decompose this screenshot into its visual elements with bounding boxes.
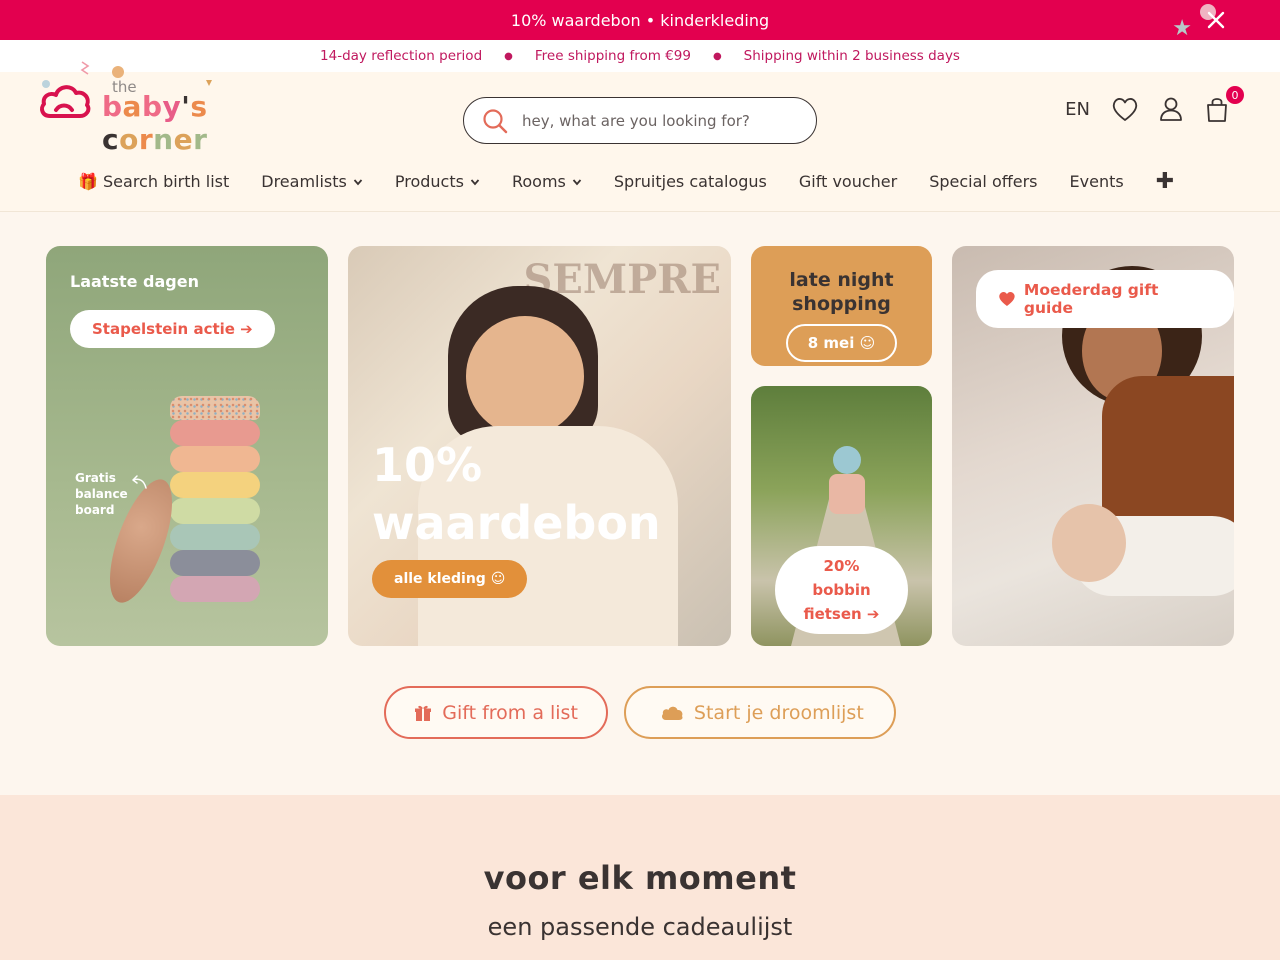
- close-icon[interactable]: [1204, 8, 1228, 32]
- search-input[interactable]: [522, 111, 792, 130]
- bubble-line: bobbin: [812, 581, 871, 599]
- heart-icon: [999, 291, 1015, 306]
- nav-spruitjes-catalogus[interactable]: Spruitjes catalogus: [614, 172, 767, 191]
- logo-letter: a: [122, 90, 142, 123]
- gift-from-list-label: Gift from a list: [442, 701, 578, 724]
- logo-letter: y: [162, 90, 182, 123]
- nav-gift-voucher[interactable]: Gift voucher: [799, 172, 897, 191]
- stapelstein-action-button[interactable]: Stapelstein actie ➔: [70, 310, 275, 348]
- title-line: late night: [789, 269, 894, 291]
- all-clothing-button[interactable]: alle kleding ☺: [372, 560, 528, 598]
- baby-photo-head: [1052, 504, 1126, 582]
- promo-card-late-night[interactable]: late night shopping 8 mei ☺: [751, 246, 932, 366]
- hero-grid: Laatste dagen Stapelstein actie ➔ Gratis…: [46, 246, 1234, 646]
- section-subtitle: een passende cadeaulijst: [487, 913, 793, 941]
- late-night-title: late night shopping: [751, 268, 932, 316]
- separator-dot: ●: [504, 50, 513, 62]
- gift-guide-label: Moederdag gift guide: [1023, 281, 1159, 317]
- waardebon-title: 10% waardebon: [372, 436, 661, 552]
- promo-text[interactable]: 10% waardebon • kinderkleding: [511, 11, 769, 30]
- start-dreamlist-button[interactable]: Start je droomlijst: [623, 686, 896, 739]
- stacking-stones-image: [170, 396, 264, 602]
- bubble-line: 20%: [823, 557, 860, 575]
- nav-label: Rooms: [511, 172, 566, 191]
- usp-shipping-time: Shipping within 2 business days: [743, 48, 960, 64]
- nav-rooms[interactable]: Rooms: [512, 172, 582, 191]
- logo-letter: n: [153, 123, 174, 156]
- logo-letter: b: [102, 90, 123, 123]
- main-nav: 🎁 Search birth list Dreamlists Products …: [78, 169, 1174, 194]
- section-title: voor elk moment: [483, 859, 797, 897]
- logo-letter: b: [141, 90, 163, 123]
- note-line: balance: [75, 487, 128, 501]
- nav-label: Spruitjes catalogus: [613, 172, 767, 191]
- decoration-star-icon: ★: [1172, 16, 1192, 41]
- account-icon[interactable]: [1156, 94, 1186, 124]
- usp-reflection: 14-day reflection period: [320, 48, 483, 64]
- child-bike-image: [829, 474, 865, 514]
- cloud-logo-icon: [40, 85, 91, 118]
- nav-products[interactable]: Products: [395, 172, 480, 191]
- nav-label: Gift voucher: [798, 172, 898, 191]
- separator-dot: ●: [712, 50, 722, 62]
- nav-dreamlists[interactable]: Dreamlists: [261, 172, 363, 191]
- cart-count-badge: 0: [1226, 86, 1244, 104]
- site-header: the baby's corner EN 0 🎁 Search birth li…: [0, 61, 1280, 212]
- chevron-down-icon: [572, 178, 582, 185]
- search-icon[interactable]: [482, 108, 508, 134]
- chevron-down-icon: [470, 178, 480, 185]
- title-line: waardebon: [372, 496, 661, 550]
- logo-letter: o: [119, 123, 139, 156]
- start-dreamlist-label: Start je droomlijst: [693, 701, 864, 724]
- card-kicker: Laatste dagen: [70, 272, 199, 291]
- bobbin-discount-button[interactable]: 20% bobbin fietsen ➔: [775, 546, 908, 634]
- nav-label: Dreamlists: [261, 172, 347, 191]
- logo-letter: s: [190, 90, 208, 123]
- search-bar[interactable]: [463, 97, 817, 144]
- logo-letter: r: [193, 123, 208, 156]
- logo-letter: e: [173, 123, 194, 156]
- title-line: 10%: [372, 438, 483, 492]
- logo-letter: c: [102, 123, 120, 156]
- logo-letter: r: [138, 123, 154, 156]
- bubble-line: fietsen ➔: [803, 605, 880, 623]
- cloud-icon: [661, 706, 683, 720]
- child-photo-face: [466, 316, 584, 436]
- language-selector[interactable]: EN: [1065, 99, 1090, 120]
- promo-card-bobbin[interactable]: 20% bobbin fietsen ➔: [751, 386, 932, 646]
- moment-section: voor elk moment een passende cadeaulijst: [0, 795, 1280, 960]
- curved-arrow-icon: [132, 475, 147, 489]
- note-line: Gratis: [75, 471, 116, 485]
- child-helmet-image: [833, 446, 861, 474]
- nav-more-plus-icon[interactable]: ✚: [1156, 169, 1174, 194]
- gift-icon: [415, 705, 432, 721]
- nav-label: 🎁 Search birth list: [78, 172, 230, 191]
- title-line: shopping: [792, 293, 891, 315]
- promo-card-mothers-day[interactable]: Moederdag gift guide: [952, 246, 1234, 646]
- logo-wordmark: baby's corner: [102, 90, 298, 156]
- note-line: board: [75, 503, 115, 517]
- logo[interactable]: the baby's corner: [38, 58, 298, 156]
- mothers-day-gift-guide-button[interactable]: Moederdag gift guide: [976, 270, 1234, 328]
- promo-card-stapelstein[interactable]: Laatste dagen Stapelstein actie ➔ Gratis…: [46, 246, 328, 646]
- nav-label: Products: [394, 172, 464, 191]
- balance-board-note: Gratis balance board: [75, 470, 128, 518]
- late-night-date-button[interactable]: 8 mei ☺: [785, 324, 898, 362]
- nav-search-birth-list[interactable]: 🎁 Search birth list: [78, 172, 229, 191]
- logo-letter: ': [181, 90, 191, 123]
- nav-events[interactable]: Events: [1070, 172, 1124, 191]
- promo-bar: 10% waardebon • kinderkleding ★: [0, 0, 1280, 40]
- cta-row: Gift from a list Start je droomlijst: [0, 686, 1280, 739]
- promo-card-waardebon[interactable]: SEMPRE 10% waardebon alle kleding ☺: [348, 246, 731, 646]
- nav-special-offers[interactable]: Special offers: [929, 172, 1037, 191]
- nav-label: Special offers: [929, 172, 1038, 191]
- header-utilities: EN 0: [1065, 86, 1244, 124]
- nav-label: Events: [1069, 172, 1124, 191]
- cart-button[interactable]: 0: [1202, 86, 1244, 124]
- gift-from-list-button[interactable]: Gift from a list: [384, 686, 608, 739]
- chevron-down-icon: [353, 178, 363, 185]
- heart-icon[interactable]: [1110, 94, 1140, 124]
- usp-free-shipping: Free shipping from €99: [534, 48, 691, 64]
